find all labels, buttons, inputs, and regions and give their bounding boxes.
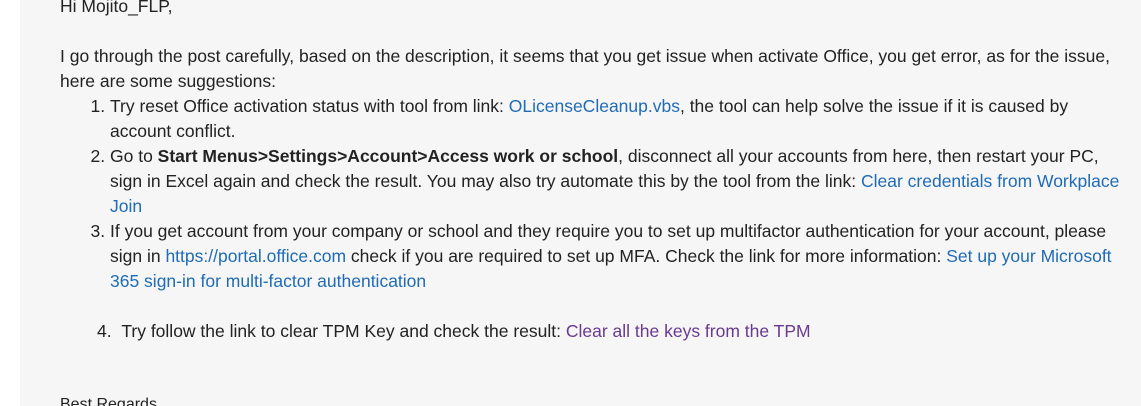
step-4-text: Try follow the link to clear TPM Key and… (121, 321, 566, 341)
list-item: If you get account from your company or … (110, 219, 1130, 294)
clear-tpm-keys-link[interactable]: Clear all the keys from the TPM (566, 321, 811, 341)
list-item: Go to Start Menus>Settings>Account>Acces… (110, 144, 1130, 219)
post-reply-panel: Hi Mojito_FLP, I go through the post car… (20, 0, 1141, 406)
greeting: Hi Mojito_FLP, (60, 0, 173, 16)
olicense-cleanup-link[interactable]: OLicenseCleanup.vbs (509, 96, 680, 116)
intro-text: I go through the post carefully, based o… (60, 46, 1110, 91)
closing-text: Best Regards (60, 396, 157, 406)
step-1-text: Try reset Office activation status with … (110, 96, 509, 116)
settings-path: Start Menus>Settings>Account>Access work… (157, 146, 619, 166)
portal-office-link[interactable]: https://portal.office.com (165, 246, 346, 266)
suggestion-list: Try reset Office activation status with … (60, 94, 1130, 294)
step-3-text-middle: check if you are required to set up MFA.… (346, 246, 947, 266)
list-item: 4. Try follow the link to clear TPM Key … (60, 319, 1130, 344)
post-body: Hi Mojito_FLP, I go through the post car… (60, 0, 1130, 344)
list-item: Try reset Office activation status with … (110, 94, 1130, 144)
step-4-number: 4. (97, 321, 112, 341)
step-2-text: Go to (110, 146, 158, 166)
